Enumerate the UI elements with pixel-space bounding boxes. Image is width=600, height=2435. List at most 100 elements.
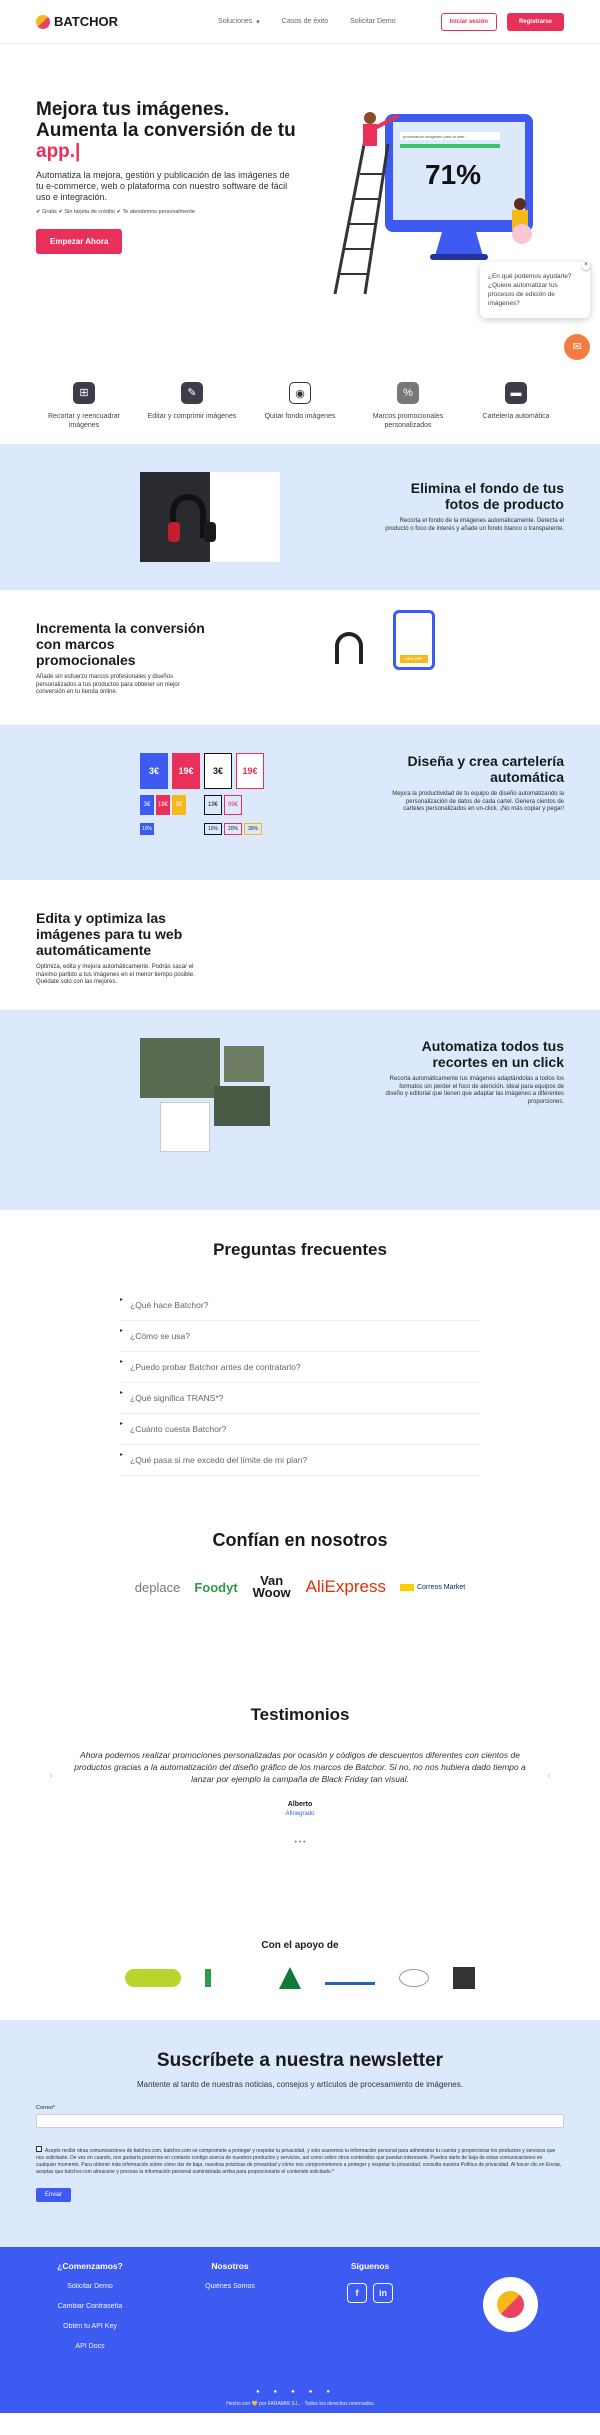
crops-image bbox=[140, 1038, 280, 1158]
footer-link[interactable]: Quiénes Somos bbox=[190, 2283, 270, 2290]
footer-heading: Síguenos bbox=[350, 2261, 390, 2271]
testimonial-author: Alberto bbox=[287, 1801, 313, 1808]
faq-item[interactable]: ¿Qué pasa si me excedo del límite de mi … bbox=[120, 1445, 480, 1476]
nav-soluciones[interactable]: Soluciones bbox=[218, 18, 252, 26]
posters-image: 3€ 19€ 3€ 19€ 3€ 19€ 3€ 19€ 99€ 10% 10% … bbox=[140, 753, 290, 853]
testimonials-section: Testimonios ‹ Ahora podemos realizar pro… bbox=[0, 1665, 600, 1920]
footer-link[interactable]: Solicitar Demo bbox=[45, 2283, 135, 2290]
chevron-down-icon[interactable]: ▾ bbox=[256, 18, 260, 26]
client-logo: deplace bbox=[134, 1579, 181, 1595]
section-desc: Mejora la productividad de tu equipo de … bbox=[392, 791, 564, 812]
promo-frame: 15% OFF bbox=[393, 610, 435, 670]
site-header: BATCHOR Soluciones ▾ Casos de éxito Solic… bbox=[0, 0, 600, 44]
site-footer: ¿Comenzamos? Solicitar Demo Cambiar Cont… bbox=[0, 2247, 600, 2413]
discount-icon: % bbox=[397, 382, 419, 404]
hero-text: Automatiza la mejora, gestión y publicac… bbox=[36, 170, 290, 202]
section-title: Diseña y crea cartelería automática bbox=[407, 753, 564, 785]
trust-title: Confían en nosotros bbox=[212, 1530, 388, 1550]
faq-title: Preguntas frecuentes bbox=[213, 1240, 387, 1259]
partner-logo bbox=[399, 1969, 429, 1987]
section-posters: 3€ 19€ 3€ 19€ 3€ 19€ 3€ 19€ 99€ 10% 10% … bbox=[0, 725, 600, 880]
chat-popup[interactable]: ¿En qué podemos ayudarle? ¿Quiere automa… bbox=[480, 262, 590, 318]
login-button[interactable]: Iniciar sesión bbox=[440, 12, 497, 31]
email-label: Correo* bbox=[36, 2105, 55, 2111]
section-title: Automatiza todos tus recortes en un clic… bbox=[421, 1038, 564, 1070]
section-desc: Añade sin esfuerzo marcos profesionales … bbox=[36, 674, 180, 695]
partner-logo bbox=[205, 1969, 255, 1987]
section-crops: Automatiza todos tus recortes en un clic… bbox=[0, 1010, 600, 1210]
newsletter-title: Suscríbete a nuestra newsletter bbox=[156, 2050, 444, 2071]
partner-logo bbox=[279, 1967, 301, 1989]
testimonials-title: Testimonios bbox=[250, 1705, 350, 1724]
trust-section: Confían en nosotros deplace Foodyt Van W… bbox=[0, 1490, 600, 1665]
section-title: Edita y optimiza las imágenes para tu we… bbox=[36, 910, 183, 958]
screen-percentage: 71% bbox=[425, 159, 481, 190]
section-title: Elimina el fondo de tus fotos de product… bbox=[410, 480, 564, 512]
nav-casos[interactable]: Casos de éxito bbox=[282, 18, 328, 26]
feature-item[interactable]: ⊞ Recortar y reencuadrar imágenes bbox=[39, 382, 129, 444]
consent-checkbox[interactable] bbox=[36, 2146, 42, 2152]
email-field[interactable] bbox=[36, 2114, 564, 2128]
prev-arrow-icon[interactable]: ‹ bbox=[50, 1771, 53, 1780]
start-now-button[interactable]: Empezar Ahora bbox=[36, 229, 123, 254]
section-desc: Recorta el fondo de la imágenes automáti… bbox=[385, 518, 564, 532]
client-logo: Van Woow bbox=[252, 1573, 291, 1600]
nav-demo[interactable]: Solicitar Demo bbox=[350, 18, 396, 26]
brand-logo[interactable]: BATCHOR bbox=[36, 14, 118, 29]
section-frames: Incrementa la conversión con marcos prom… bbox=[0, 590, 600, 725]
footer-pagination: ●●●●● bbox=[255, 2389, 345, 2395]
section-desc: Recorta automáticamente tus imágenes ada… bbox=[385, 1076, 564, 1105]
send-button[interactable]: Enviar bbox=[36, 2188, 72, 2202]
testimonial-company: Afinegrado bbox=[285, 1811, 315, 1817]
screen-caption: procesando imágenes para tu web... bbox=[403, 134, 468, 139]
feature-item[interactable]: ◉ Quitar fondo imágenes bbox=[255, 382, 345, 444]
partner-logo bbox=[453, 1967, 475, 1989]
feature-item[interactable]: ✎ Editar y comprimir imágenes bbox=[147, 382, 237, 444]
facebook-icon[interactable]: f bbox=[347, 2283, 367, 2303]
support-title: Con el apoyo de bbox=[261, 1940, 339, 1951]
hero-title: Mejora tus imágenes. Aumenta la conversi… bbox=[36, 99, 296, 162]
footer-heading: Nosotros bbox=[211, 2261, 249, 2271]
feature-item[interactable]: % Marcos promocionales personalizados bbox=[363, 382, 453, 444]
copyright: Hecho con 💛 por FARAMIR S.L. · Todos los… bbox=[226, 2401, 374, 2407]
faq-item[interactable]: ¿Puedo probar Batchor antes de contratar… bbox=[120, 1352, 480, 1383]
hero-highlight: app.| bbox=[36, 141, 81, 162]
section-optimize: Edita y optimiza las imágenes para tu we… bbox=[0, 880, 600, 1010]
poster-icon: ▬ bbox=[505, 382, 527, 404]
client-logo: Correos Market bbox=[399, 1583, 465, 1591]
footer-link[interactable]: Cambiar Contraseña bbox=[45, 2303, 135, 2310]
close-icon[interactable]: × bbox=[582, 262, 590, 270]
section-desc: Optimiza, edita y mejora automáticamente… bbox=[36, 964, 195, 985]
background-remove-icon: ◉ bbox=[289, 382, 311, 404]
edit-icon: ✎ bbox=[181, 382, 203, 404]
headphones-image bbox=[140, 472, 280, 562]
next-arrow-icon[interactable]: › bbox=[547, 1771, 550, 1780]
features-row: ⊞ Recortar y reencuadrar imágenes ✎ Editar… bbox=[0, 314, 600, 444]
faq-item[interactable]: ¿Qué significa TRANS*? bbox=[120, 1383, 480, 1414]
crop-icon: ⊞ bbox=[73, 382, 95, 404]
faq-item[interactable]: ¿Cómo se usa? bbox=[120, 1321, 480, 1352]
carousel-dots[interactable]: ● ● ● bbox=[0, 1839, 600, 1845]
linkedin-icon[interactable]: in bbox=[373, 2283, 393, 2303]
footer-link[interactable]: API Docs bbox=[45, 2343, 135, 2350]
client-logo: Foodyt bbox=[194, 1579, 238, 1595]
chat-icon[interactable]: ✉ bbox=[564, 334, 590, 360]
partner-logo bbox=[325, 1971, 375, 1985]
headphones-image bbox=[335, 632, 363, 664]
logo-icon bbox=[36, 14, 50, 29]
hero-section: Mejora tus imágenes. Aumenta la conversi… bbox=[0, 44, 600, 360]
footer-heading: ¿Comenzamos? bbox=[57, 2261, 123, 2271]
client-logo: AliExpress bbox=[305, 1577, 386, 1596]
section-title: Incrementa la conversión con marcos prom… bbox=[36, 620, 205, 668]
section-remove-bg: Elimina el fondo de tus fotos de product… bbox=[0, 444, 600, 590]
register-button[interactable]: Registrarse bbox=[506, 12, 564, 31]
main-nav: Soluciones ▾ Casos de éxito Solicitar Dem… bbox=[218, 18, 396, 26]
footer-link[interactable]: Obtén tu API Key bbox=[45, 2323, 135, 2330]
partner-logo bbox=[125, 1969, 181, 1987]
newsletter-section: Suscríbete a nuestra newsletter Mantente… bbox=[0, 2020, 600, 2247]
consent-row: Acepto recibir otras comunicaciones de b… bbox=[36, 2146, 562, 2175]
testimonial-quote: Ahora podemos realizar promociones perso… bbox=[74, 1750, 526, 1784]
faq-item[interactable]: ¿Qué hace Batchor? bbox=[120, 1290, 480, 1321]
feature-item[interactable]: ▬ Cartelería automática bbox=[471, 382, 561, 444]
faq-item[interactable]: ¿Cuánto cuesta Batchor? bbox=[120, 1414, 480, 1445]
